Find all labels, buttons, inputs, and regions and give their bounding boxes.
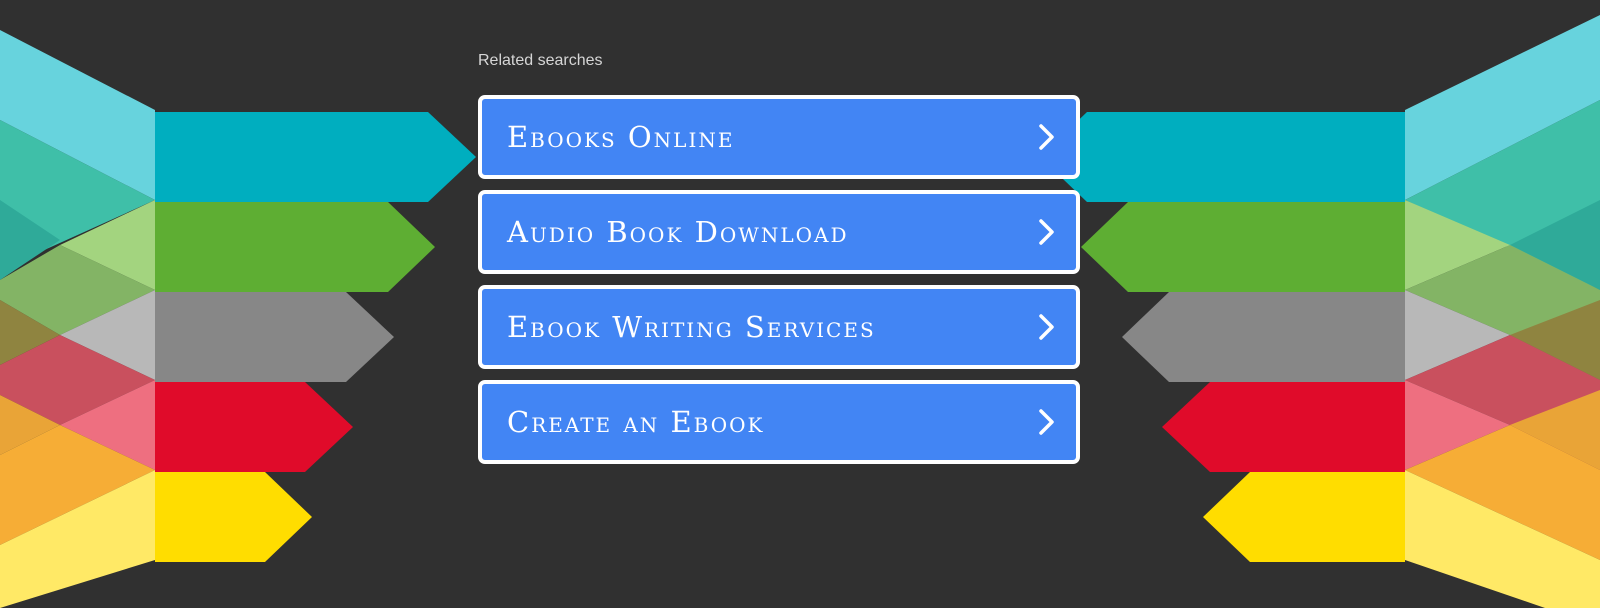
page-background: Related searches Ebooks Online Audio Boo… xyxy=(0,0,1600,608)
related-link-audio-book-download[interactable]: Audio Book Download xyxy=(478,190,1080,274)
chevron-right-icon xyxy=(1039,219,1054,245)
chevron-right-icon xyxy=(1039,409,1054,435)
related-link-label: Ebooks Online xyxy=(507,120,735,154)
related-searches-label: Related searches xyxy=(478,52,603,69)
related-link-label: Ebook Writing Services xyxy=(507,310,876,344)
chevron-right-icon xyxy=(1039,124,1054,150)
related-link-ebooks-online[interactable]: Ebooks Online xyxy=(478,95,1080,179)
related-link-create-an-ebook[interactable]: Create an Ebook xyxy=(478,380,1080,464)
related-link-label: Create an Ebook xyxy=(507,405,765,439)
related-links-list: Ebooks Online Audio Book Download Ebook … xyxy=(478,95,1080,475)
related-link-label: Audio Book Download xyxy=(507,215,849,249)
related-link-ebook-writing-services[interactable]: Ebook Writing Services xyxy=(478,285,1080,369)
chevron-right-icon xyxy=(1039,314,1054,340)
